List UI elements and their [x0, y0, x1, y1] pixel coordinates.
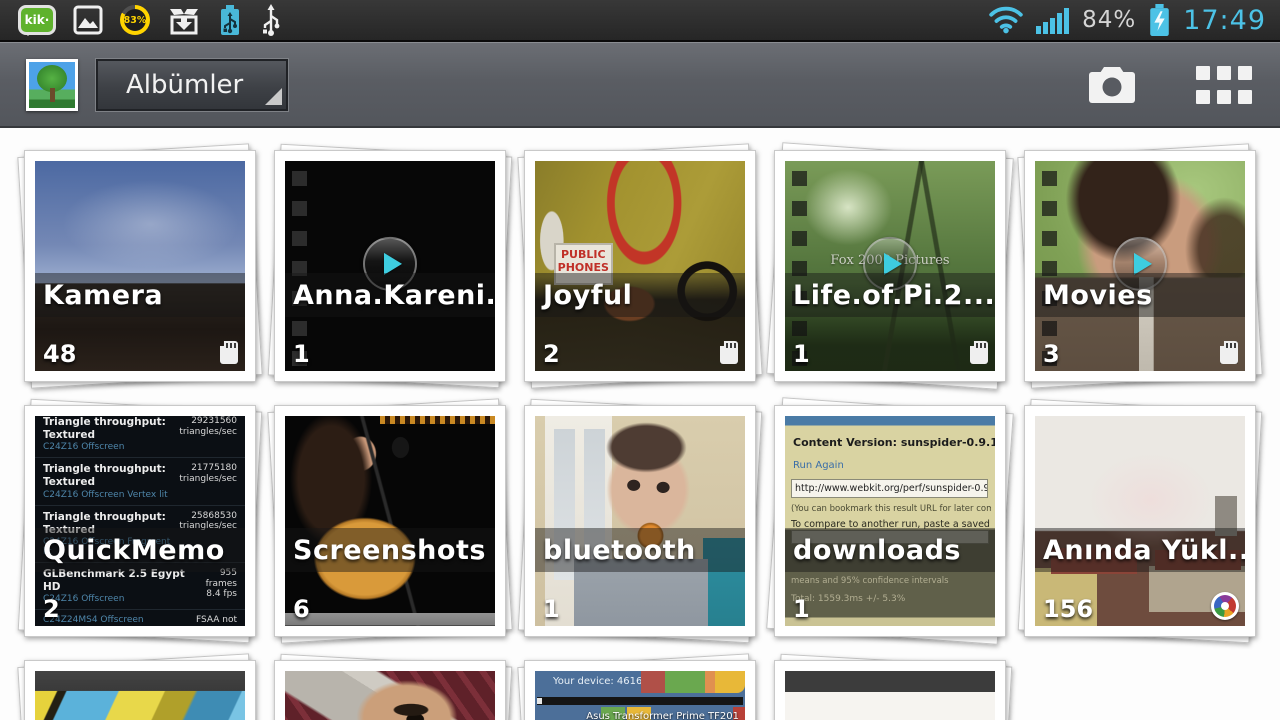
album-card-partial-3[interactable]: Your device: 4616 Asus Transformer Prime… [517, 653, 763, 720]
benchmark-competitor-label: Asus Transformer Prime TF201 [586, 711, 739, 720]
benchmark-slider-bar [537, 697, 743, 705]
album-thumbnail: Movies 3 [1035, 161, 1245, 371]
album-title: Anında Yükl... [1043, 534, 1245, 566]
kik-messenger-icon: kik· [18, 5, 56, 36]
album-card-partial-4[interactable] [767, 653, 1013, 720]
album-count: 1 [293, 340, 310, 368]
usb-connected-icon [221, 5, 239, 35]
albums-spinner[interactable]: Albümler [96, 58, 288, 111]
battery-monitor-icon: 83% [120, 5, 150, 35]
album-card-quickmemo[interactable]: C24Z16 Offscreen Triangle throughput: Te… [17, 398, 263, 644]
title-band: bluetooth [535, 528, 745, 573]
album-card-life-of-pi[interactable]: Fox 2000 Pictures Life.of.Pi.2... 1 [766, 142, 1014, 390]
album-count: 1 [793, 595, 810, 623]
album-thumbnail: PUBLIC PHONES Joyful 2 [535, 161, 745, 371]
spinner-label: Albümler [126, 69, 244, 100]
signal-strength-icon [1036, 8, 1070, 34]
title-band: QuickMemo [35, 528, 245, 573]
webpage-results-line: means and 95% confidence intervals [791, 576, 949, 586]
album-thumbnail [35, 671, 245, 720]
album-thumbnail: Content Version: sunspider-0.9.1 Run Aga… [785, 416, 995, 626]
album-title: Life.of.Pi.2... [793, 279, 995, 311]
album-title: Screenshots [293, 534, 486, 566]
kik-label: kik· [24, 13, 50, 27]
picasa-icon [1211, 592, 1239, 620]
album-card-anna-karenina[interactable]: Anna.Kareni... 1 [267, 143, 513, 389]
webpage-note: (You can bookmark this result URL for la… [791, 504, 991, 514]
camera-button[interactable] [1086, 64, 1138, 106]
battery-percent-text: 84% [1082, 7, 1137, 33]
album-title: bluetooth [543, 534, 696, 566]
album-title: Movies [1043, 279, 1153, 311]
album-count: 48 [43, 340, 77, 368]
album-card-downloads[interactable]: Content Version: sunspider-0.9.1 Run Aga… [766, 397, 1014, 645]
album-title: Anna.Kareni... [293, 279, 495, 311]
album-thumbnail [785, 671, 995, 720]
title-band: Anında Yükl... [1035, 528, 1245, 573]
title-band: downloads [785, 528, 995, 573]
album-thumbnail: Fox 2000 Pictures Life.of.Pi.2... 1 [785, 161, 995, 371]
album-title: QuickMemo [43, 534, 225, 566]
album-count: 6 [293, 595, 310, 623]
webpage-link: Run Again [793, 460, 844, 471]
album-card-bluetooth[interactable]: bluetooth 1 [517, 398, 763, 644]
album-count: 156 [1043, 595, 1094, 623]
album-card-partial-1[interactable] [17, 653, 263, 720]
album-card-movies[interactable]: Movies 3 [1017, 143, 1263, 389]
title-band: Anna.Kareni... [285, 273, 495, 318]
title-band: Movies [1035, 273, 1245, 318]
album-title: downloads [793, 534, 961, 566]
album-thumbnail: bluetooth 1 [535, 416, 745, 626]
battery-charging-icon [1150, 3, 1169, 36]
system-status-icons: 84% 17:49 [988, 3, 1266, 37]
album-card-kamera[interactable]: Kamera 48 [17, 143, 263, 389]
status-bar: kik· 83% 84% 17:49 [0, 0, 1280, 42]
album-thumbnail: Kamera 48 [35, 161, 245, 371]
album-card-joyful[interactable]: PUBLIC PHONES Joyful 2 [517, 143, 763, 389]
album-card-screenshots[interactable]: Screenshots 6 [267, 398, 513, 644]
album-count: 2 [43, 595, 60, 623]
clock: 17:49 [1183, 4, 1266, 36]
action-bar: Albümler [0, 42, 1280, 128]
album-grid: Kamera 48 Anna.Kareni... 1 PUBLIC PHONES… [0, 128, 1280, 720]
album-card-partial-2[interactable] [267, 653, 513, 720]
sd-card-icon [1220, 341, 1238, 364]
album-count: 1 [793, 340, 810, 368]
gallery-app-icon[interactable] [26, 58, 78, 111]
title-band: Life.of.Pi.2... [785, 273, 995, 318]
gallery-notification-icon [73, 5, 103, 35]
usb-debugging-icon [263, 4, 280, 36]
title-band: Joyful [535, 273, 745, 318]
album-count: 2 [543, 340, 560, 368]
sd-card-icon [970, 341, 988, 364]
grid-view-icon [1196, 65, 1252, 104]
album-thumbnail [285, 671, 495, 720]
album-thumbnail: Your device: 4616 Asus Transformer Prime… [535, 671, 745, 720]
album-card-instant-upload[interactable]: Anında Yükl... 156 [1017, 398, 1263, 644]
album-thumbnail: Anna.Kareni... 1 [285, 161, 495, 371]
album-thumbnail: Screenshots 6 [285, 416, 495, 626]
title-band: Kamera [35, 273, 245, 318]
webpage-url-box: http://www.webkit.org/perf/sunspider-0.9… [791, 479, 988, 498]
album-thumbnail: C24Z16 Offscreen Triangle throughput: Te… [35, 416, 245, 626]
notification-icons: kik· 83% [18, 3, 283, 37]
benchmark-your-device-label: Your device: 4616 [553, 676, 643, 687]
album-count: 1 [543, 595, 560, 623]
album-count: 3 [1043, 340, 1060, 368]
benchmark-list: C24Z16 Offscreen Triangle throughput: Te… [35, 416, 245, 626]
benchmark-bar-segments [641, 671, 745, 693]
tree-photo-icon [29, 61, 75, 108]
album-thumbnail: Anında Yükl... 156 [1035, 416, 1245, 626]
sd-card-icon [220, 341, 238, 364]
grid-view-button[interactable] [1196, 65, 1252, 104]
album-title: Joyful [543, 279, 633, 311]
sd-card-icon [720, 341, 738, 364]
wifi-icon [989, 6, 1023, 34]
spinner-corner-triangle [265, 87, 282, 105]
album-title: Kamera [43, 279, 164, 311]
webpage-title: Content Version: sunspider-0.9.1 [793, 436, 995, 449]
download-notification-icon [170, 9, 198, 35]
camera-icon [1089, 66, 1135, 103]
title-band: Screenshots [285, 528, 495, 573]
